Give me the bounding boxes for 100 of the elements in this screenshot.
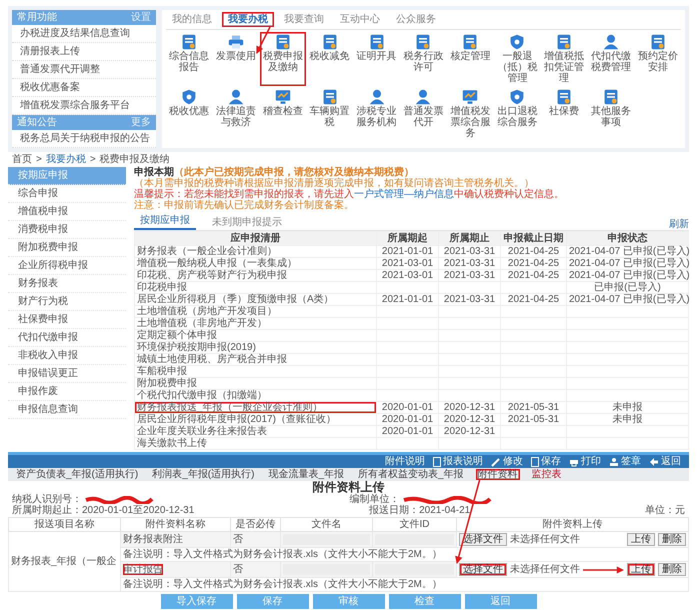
service-tile[interactable]: 税费申报及缴纳 [260,32,306,86]
menu-item[interactable]: 综合申报 [8,185,126,203]
service-tile[interactable]: 综合信息报告 [166,32,212,86]
table-cell[interactable]: 居民企业所得税年度申报(2017)（查账征收） [134,414,376,426]
toolbar-button[interactable]: 打印 [569,456,601,467]
upload-button[interactable]: 上传 [627,533,655,546]
table-cell[interactable]: 海关缴款书上传 [134,438,376,450]
toolbar-button[interactable]: 修改 [491,456,523,467]
menu-item[interactable]: 消费税申报 [8,221,126,239]
service-label: 税收减免 [310,51,350,62]
table-cell: 2021-04-07 已申报(已导入) [569,246,690,257]
service-tile[interactable]: 法律追责与救济 [212,87,259,141]
menu-item[interactable]: 代扣代缴申报 [8,329,126,347]
service-tile[interactable]: 稽查检查 [260,87,306,141]
toolbar-button[interactable]: 报表说明 [433,456,483,467]
notice-link[interactable]: 一户式管理—纳户信息 [354,189,454,200]
table-cell[interactable]: 定期定额个体申报 [134,330,376,342]
table-cell: 否 [230,562,280,578]
service-tile[interactable]: 社保费 [541,87,588,141]
document-icon [415,34,432,50]
choose-file-button[interactable]: 选择文件 [459,563,507,576]
nav-tab[interactable]: 我要办税 [222,12,274,27]
form-tab[interactable]: 监控表 [530,469,564,480]
table-cell: 2021-03-31 [444,270,496,281]
breadcrumb-link[interactable]: 我要办税 [46,154,86,165]
form-tab[interactable]: 附件资料 [476,469,520,480]
menu-item[interactable]: 申报信息查询 [8,401,126,419]
upload-button[interactable]: 上传 [627,563,655,576]
table-cell[interactable]: 土地增值税（非房地产开发） [134,318,376,330]
delete-button[interactable]: 删除 [658,563,686,576]
toolbar-button[interactable]: 保存 [531,456,561,467]
table-cell[interactable]: 财务报表（一般企业会计准则） [134,246,376,258]
menu-item[interactable]: 申报作废 [8,383,126,401]
nav-tab[interactable]: 我要查询 [278,12,330,27]
service-tile[interactable]: 代扣代缴税费管理 [588,32,634,86]
menu-item[interactable]: 增值税申报 [8,203,126,221]
service-tile[interactable]: 涉税专业服务机构 [354,87,400,141]
table-cell[interactable]: 土地增值税（房地产开发项目） [134,306,376,318]
table-cell[interactable]: 车船税申报 [134,366,376,378]
service-tile[interactable]: 出口退税综合服务 [494,87,540,141]
nav-tab[interactable]: 互动中心 [334,12,386,27]
nav-tab[interactable]: 公众服务 [390,12,442,27]
table-cell[interactable]: 附加税费申报 [134,378,376,390]
menu-item[interactable]: 申报错误更正 [8,365,126,383]
service-label: 税务行政许可 [402,51,444,73]
service-tile[interactable]: 税收减免 [306,32,353,86]
form-tab[interactable]: 利润表_年报(适用执行) [150,469,256,480]
toolbar-button[interactable]: 签章 [609,456,641,467]
toolbar-button[interactable]: 返回 [649,456,681,467]
menu-item[interactable]: 社保费申报 [8,311,126,329]
delete-button[interactable]: 删除 [658,533,686,546]
table-cell: 2021-04-07 已申报(已导入) [569,258,690,269]
table-cell[interactable]: 企业年度关联业务往来报告表 [134,426,376,438]
breadcrumb-link[interactable]: 首页 [12,154,32,165]
table-cell: 2021-05-31 [508,414,560,425]
table-cell[interactable]: 城镇土地使用税、房产税合并申报 [134,354,376,366]
breadcrumb-link[interactable]: 税费申报及缴纳 [100,154,170,165]
form-tab[interactable]: 资产负债表_年报(适用执行) [14,469,140,480]
service-tile[interactable]: 核定管理 [447,32,494,86]
sidebar-item[interactable]: 办税进度及结果信息查询 [12,25,156,43]
table-cell[interactable]: 增值税一般纳税人申报（一表集成） [134,258,376,270]
form-tab[interactable]: 现金流量表_年报 [266,469,346,480]
service-tile[interactable]: 普通发票代开 [400,87,446,141]
service-tile[interactable]: 发票使用 [212,32,259,86]
service-tile[interactable]: 增值税发票综合服务 [447,87,494,141]
menu-item[interactable]: 财务报表 [8,275,126,293]
menu-item[interactable]: 附加税费申报 [8,239,126,257]
menu-item[interactable]: 财产行为税 [8,293,126,311]
period-text: 所属时期起止：2020-01-01至2020-12-31 [12,505,194,516]
service-label: 普通发票代开 [402,106,444,128]
service-tile[interactable]: 证明开具 [354,32,400,86]
shield-icon [509,34,526,50]
table-cell: 2021-03-31 [444,246,496,257]
table-cell[interactable]: 个税代扣代缴申报（扣缴端） [134,390,376,402]
service-tile[interactable]: 车辆购置税 [306,87,353,141]
service-tile[interactable]: 税收优惠 [166,87,212,141]
service-label: 税收优惠 [168,106,209,117]
form-tab[interactable]: 所有者权益变动表_年报 [356,469,466,480]
table-cell[interactable]: 印花税、房产税等财产行为税申报 [134,270,376,282]
sidebar-item[interactable]: 普通发票代开调整 [12,61,156,79]
service-tile[interactable]: 一般退（抵）税管理 [494,32,540,86]
section-title: 常用功能 [17,12,57,23]
service-tile[interactable]: 其他服务事项 [588,87,634,141]
refresh-link[interactable]: 刷新 [669,219,689,230]
nav-tab[interactable]: 我的信息 [166,12,218,27]
table-cell[interactable]: 财务报表报送_年报（一般企业会计准则） [134,402,376,414]
table-cell[interactable]: 环境保护税按期申报(2019) [134,342,376,354]
table-cell[interactable]: 印花税申报 [134,282,376,294]
sidebar-item[interactable]: 清册报表上传 [12,43,156,61]
service-tile[interactable]: 税务行政许可 [400,32,446,86]
menu-item[interactable]: 企业所得税申报 [8,257,126,275]
sidebar-item[interactable]: 税务总局关于纳税申报的公告 [12,130,156,148]
list-tab[interactable]: 未到期申报提示 [206,215,288,230]
service-tile[interactable]: 增值税抵扣凭证管理 [541,32,588,86]
service-tile[interactable]: 预约定价安排 [635,32,681,86]
document-icon [556,34,572,50]
sidebar-item[interactable]: 税收优惠备案 [12,79,156,97]
toolbar-button[interactable]: 附件说明 [385,456,425,467]
table-cell[interactable]: 居民企业所得税月（季）度预缴申报（A类） [134,294,376,306]
menu-item[interactable]: 非税收入申报 [8,347,126,365]
